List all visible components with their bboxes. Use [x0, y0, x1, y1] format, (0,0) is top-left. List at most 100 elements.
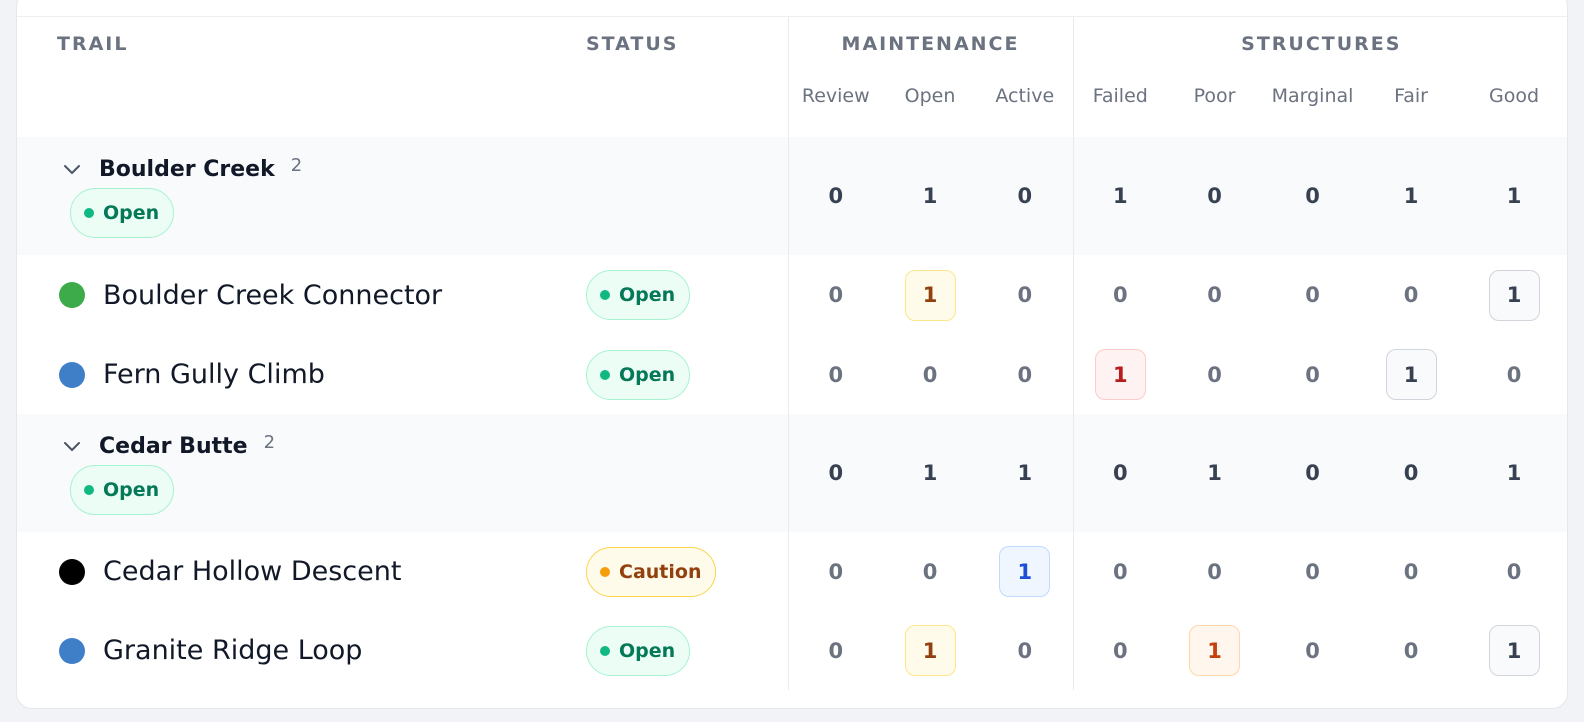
- cell-poor: 1: [1167, 611, 1262, 690]
- count-value[interactable]: 1: [1385, 349, 1437, 400]
- count-value: 0: [1017, 362, 1033, 387]
- header-review[interactable]: Review: [787, 71, 883, 137]
- cell-fair: 0: [1363, 611, 1459, 690]
- total-failed: 0: [1072, 414, 1168, 532]
- group-row-cedar-butte[interactable]: Cedar Butte 2 Open 0 1 1 0 1 0 0 1: [17, 414, 1567, 532]
- total-review: 0: [787, 137, 883, 255]
- header-marginal[interactable]: Marginal: [1262, 71, 1363, 137]
- table-row[interactable]: Cedar Hollow Descent Caution 0 0 1 0 0 0…: [17, 532, 1567, 611]
- cell-active: 0: [977, 255, 1073, 335]
- header-spacer: [586, 71, 788, 137]
- total-marginal: 0: [1262, 137, 1364, 255]
- count-value: 0: [1207, 362, 1222, 387]
- count-value: 1: [922, 461, 938, 485]
- count-value: 0: [1112, 638, 1128, 663]
- trail-name[interactable]: Granite Ridge Loop: [103, 635, 362, 666]
- count-value[interactable]: 1: [999, 546, 1051, 597]
- count-value[interactable]: 1: [1189, 625, 1241, 676]
- total-marginal: 0: [1262, 414, 1364, 532]
- chevron-down-icon[interactable]: [61, 158, 83, 180]
- trail-name[interactable]: Fern Gully Climb: [103, 359, 325, 390]
- status-dot-icon: [84, 208, 94, 218]
- cell-active: 0: [977, 335, 1073, 414]
- status-dot-icon: [600, 290, 610, 300]
- cell-open: 1: [883, 255, 977, 335]
- header-structures: STRUCTURES: [1072, 17, 1567, 71]
- table-row[interactable]: Boulder Creek Connector Open 0 1 0 0 0 0…: [17, 255, 1567, 335]
- count-value[interactable]: 1: [904, 625, 956, 676]
- header-open[interactable]: Open: [883, 71, 977, 137]
- total-fair: 0: [1363, 414, 1460, 532]
- count-value[interactable]: 1: [904, 269, 956, 321]
- count-value: 0: [1305, 559, 1320, 584]
- cell-failed: 0: [1072, 255, 1168, 335]
- total-poor: 0: [1167, 137, 1263, 255]
- header-status[interactable]: STATUS: [586, 17, 788, 71]
- count-value: 1: [1207, 461, 1222, 485]
- cell-marginal: 0: [1262, 611, 1363, 690]
- count-value: 0: [1017, 283, 1033, 307]
- table-row[interactable]: Granite Ridge Loop Open 0 1 0 0 1 0 0 1: [17, 611, 1567, 690]
- cell-fair: 0: [1363, 255, 1459, 335]
- trail-name[interactable]: Cedar Hollow Descent: [103, 556, 401, 587]
- count-value: 0: [1207, 559, 1222, 584]
- cell-review: 0: [787, 255, 883, 335]
- cell-fair: 0: [1363, 532, 1459, 611]
- header-trail[interactable]: TRAIL: [17, 17, 586, 71]
- total-good: 1: [1459, 137, 1567, 255]
- count-value: 1: [1112, 184, 1128, 208]
- count-value: 0: [1305, 461, 1320, 485]
- cell-poor: 0: [1167, 335, 1262, 414]
- table-row[interactable]: Fern Gully Climb Open 0 0 0 1 0 0 1 0: [17, 335, 1567, 414]
- count-value: 0: [1305, 638, 1320, 663]
- count-value: 0: [1112, 283, 1128, 307]
- trail-cell: Granite Ridge Loop: [17, 611, 586, 690]
- status-cell: Open: [586, 335, 788, 414]
- count-value: 0: [1506, 559, 1522, 584]
- total-active: 0: [977, 137, 1074, 255]
- count-value: 0: [1305, 362, 1320, 387]
- count-value[interactable]: 1: [1488, 625, 1540, 676]
- trail-cell: Fern Gully Climb: [17, 335, 586, 414]
- count-value: 1: [1506, 461, 1522, 485]
- group-count: 2: [263, 431, 276, 453]
- group-row-boulder-creek[interactable]: Boulder Creek 2 Open 0 1 0 1 0 0 1 1: [17, 137, 1567, 255]
- status-badge: Open: [586, 625, 691, 676]
- count-value[interactable]: 1: [1488, 269, 1540, 321]
- header-active[interactable]: Active: [977, 71, 1073, 137]
- count-value: 0: [922, 362, 938, 387]
- trail-cell: Cedar Hollow Descent: [17, 532, 586, 611]
- count-value: 0: [1112, 461, 1128, 485]
- trail-name[interactable]: Boulder Creek Connector: [103, 280, 442, 311]
- header-poor[interactable]: Poor: [1167, 71, 1262, 137]
- status-label: Open: [619, 284, 676, 306]
- status-badge: Open: [70, 188, 175, 238]
- total-fair: 1: [1363, 137, 1460, 255]
- status-dot-icon: [600, 369, 610, 380]
- header-maintenance: MAINTENANCE: [787, 17, 1074, 71]
- header-failed[interactable]: Failed: [1072, 71, 1168, 137]
- cell-failed: 1: [1072, 335, 1168, 414]
- trail-table: TRAIL STATUS MAINTENANCE STRUCTURES Revi…: [17, 17, 1567, 690]
- count-value[interactable]: 1: [1094, 349, 1146, 400]
- trail-cell: Boulder Creek Connector: [17, 255, 586, 335]
- count-value: 1: [922, 184, 938, 208]
- chevron-down-icon[interactable]: [61, 435, 83, 457]
- count-value: 0: [828, 638, 844, 663]
- status-dot-icon: [84, 485, 94, 495]
- count-value: 0: [1403, 638, 1419, 663]
- status-label: Open: [619, 639, 676, 662]
- count-value: 0: [1305, 283, 1320, 307]
- status-cell: Open: [586, 611, 788, 690]
- count-value: 1: [1506, 184, 1522, 208]
- header-fair[interactable]: Fair: [1363, 71, 1459, 137]
- status-badge: Open: [70, 465, 175, 515]
- header-good[interactable]: Good: [1459, 71, 1567, 137]
- count-value: 0: [1207, 283, 1222, 307]
- status-dot-icon: [600, 566, 610, 577]
- group-name: Boulder Creek: [99, 156, 275, 182]
- cell-active: 1: [977, 532, 1073, 611]
- status-label: Open: [619, 363, 676, 386]
- cell-good: 1: [1459, 255, 1567, 335]
- difficulty-dot-icon: [59, 637, 85, 664]
